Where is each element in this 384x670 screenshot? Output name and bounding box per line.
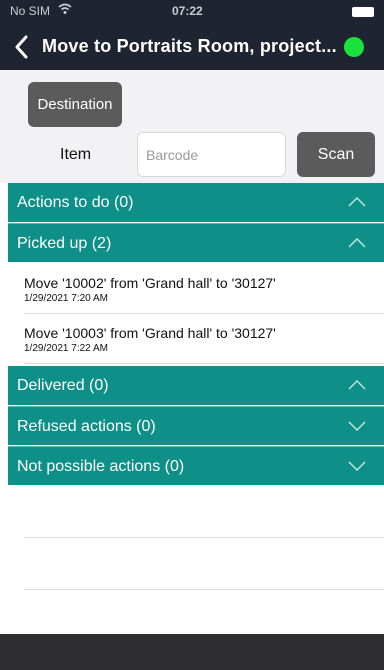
- chevron-up-icon: [348, 238, 366, 248]
- back-chevron-icon[interactable]: [12, 34, 32, 60]
- section-label: Not possible actions (0): [17, 458, 185, 475]
- clock: 07:22: [172, 4, 203, 18]
- status-bar: No SIM 07:22: [0, 0, 384, 24]
- action-title: Move '10002' from 'Grand hall' to '30127…: [24, 275, 276, 291]
- section-delivered[interactable]: Delivered (0): [8, 366, 384, 405]
- chevron-down-icon: [348, 461, 366, 471]
- scan-panel: Destination Item Scan: [0, 70, 384, 183]
- empty-row-divider: [24, 537, 384, 538]
- carrier-label: No SIM: [10, 4, 51, 18]
- wifi-icon: [58, 3, 72, 14]
- section-not-possible-actions[interactable]: Not possible actions (0): [8, 446, 384, 485]
- bottom-toolbar: [0, 634, 384, 670]
- nav-bar: Move to Portraits Room, project...: [0, 24, 384, 70]
- action-timestamp: 1/29/2021 7:20 AM: [24, 293, 108, 304]
- connection-status-indicator: [344, 37, 364, 57]
- empty-row-divider: [24, 589, 384, 590]
- chevron-down-icon: [348, 421, 366, 431]
- list-item[interactable]: Move '10002' from 'Grand hall' to '30127…: [24, 264, 384, 314]
- page-title: Move to Portraits Room, project...: [42, 36, 337, 56]
- list-item[interactable]: Move '10003' from 'Grand hall' to '30127…: [24, 314, 384, 364]
- section-picked-up[interactable]: Picked up (2): [8, 223, 384, 262]
- item-label: Item: [60, 146, 92, 163]
- chevron-up-icon: [348, 380, 366, 390]
- battery-icon: [352, 7, 374, 17]
- section-actions-to-do[interactable]: Actions to do (0): [8, 183, 384, 222]
- section-refused-actions[interactable]: Refused actions (0): [8, 406, 384, 445]
- section-label: Delivered (0): [17, 377, 109, 394]
- action-title: Move '10003' from 'Grand hall' to '30127…: [24, 325, 276, 341]
- action-timestamp: 1/29/2021 7:22 AM: [24, 343, 108, 354]
- section-label: Picked up (2): [17, 235, 112, 252]
- section-label: Refused actions (0): [17, 418, 156, 435]
- chevron-up-icon: [348, 197, 366, 207]
- destination-button[interactable]: Destination: [28, 82, 122, 127]
- section-label: Actions to do (0): [17, 194, 134, 211]
- scan-button[interactable]: Scan: [297, 132, 375, 177]
- barcode-input[interactable]: [137, 132, 286, 177]
